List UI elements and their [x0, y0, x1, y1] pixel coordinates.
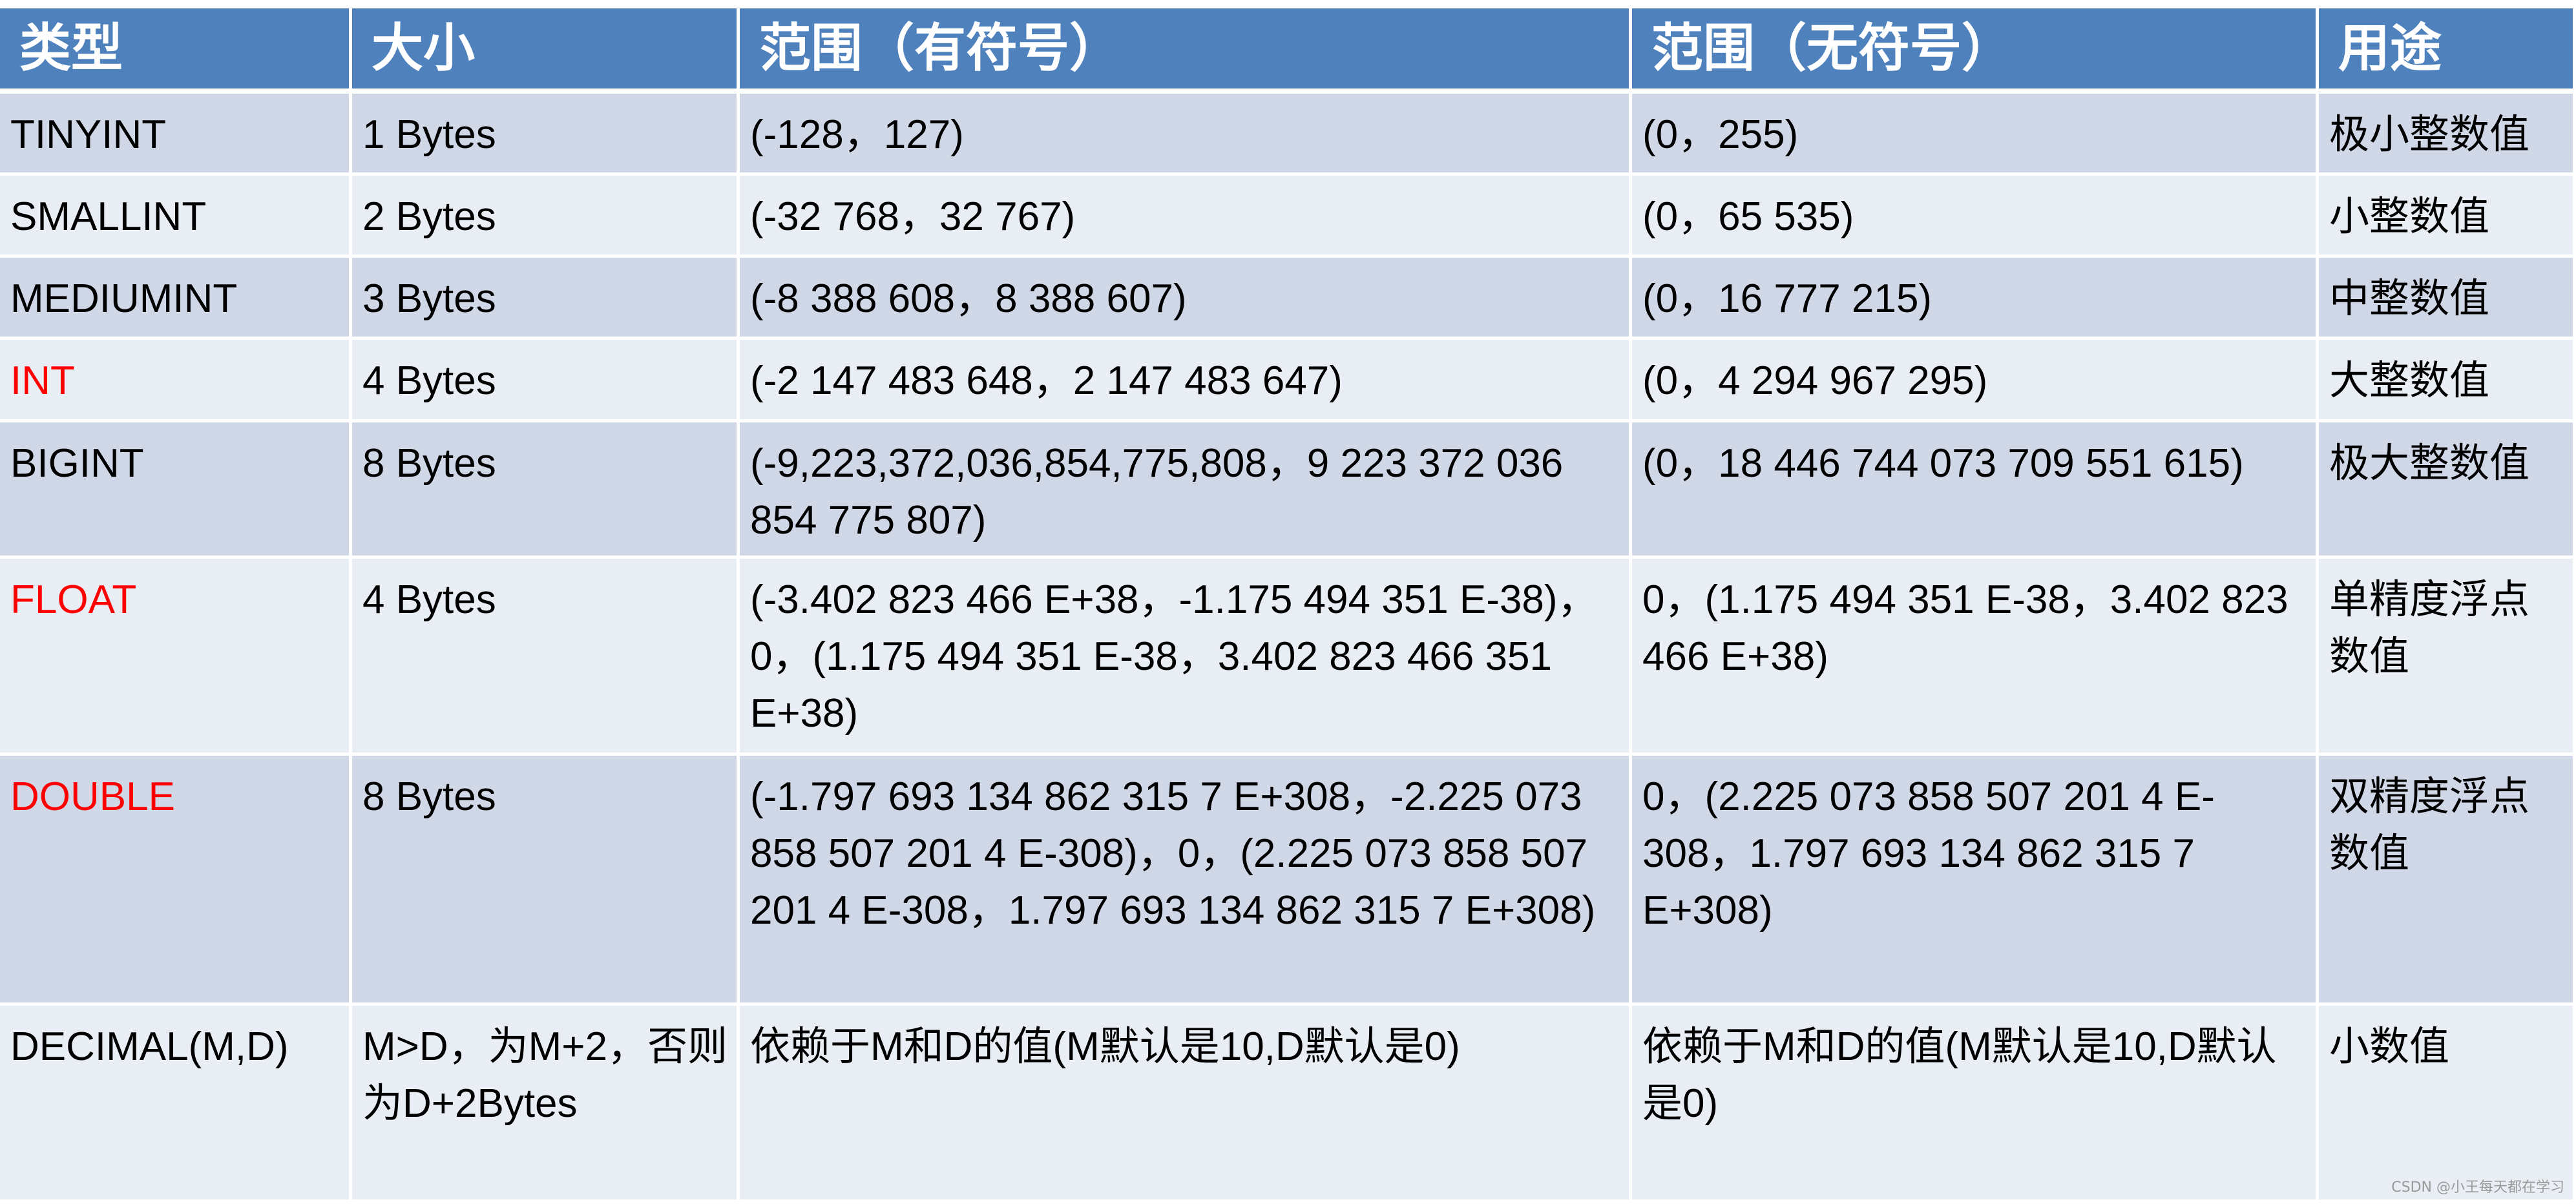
table-row: MEDIUMINT 3 Bytes (-8 388 608，8 388 607)… [0, 258, 2573, 337]
table-row: INT 4 Bytes (-2 147 483 648，2 147 483 64… [0, 340, 2573, 419]
cell-signed-range: 依赖于M和D的值(M默认是10,D默认是0) [740, 1006, 1629, 1199]
mysql-integer-types-table: 类型 大小 范围（有符号） 范围（无符号） 用途 TINYINT 1 Bytes… [0, 8, 2573, 1203]
cell-signed-range: (-3.402 823 466 E+38，-1.175 494 351 E-38… [740, 559, 1629, 752]
cell-usage: 小数值 [2319, 1006, 2573, 1199]
cell-signed-range: (-9,223,372,036,854,775,808，9 223 372 03… [740, 422, 1629, 555]
table-header-row: 类型 大小 范围（有符号） 范围（无符号） 用途 [0, 8, 2573, 88]
cell-type: SMALLINT [0, 176, 349, 254]
cell-size: 3 Bytes [352, 258, 737, 337]
cell-size: 8 Bytes [352, 422, 737, 555]
cell-usage: 单精度浮点数值 [2319, 559, 2573, 752]
cell-size: 4 Bytes [352, 340, 737, 419]
table-row: DECIMAL(M,D) M>D，为M+2，否则为D+2Bytes 依赖于M和D… [0, 1006, 2573, 1199]
header-usage: 用途 [2319, 8, 2573, 88]
watermark: CSDN @小王每天都在学习 [2391, 1179, 2564, 1196]
table-row: SMALLINT 2 Bytes (-32 768，32 767) (0，65 … [0, 176, 2573, 254]
header-unsigned-range: 范围（无符号） [1632, 8, 2316, 88]
table-row: FLOAT 4 Bytes (-3.402 823 466 E+38，-1.17… [0, 559, 2573, 752]
cell-signed-range: (-1.797 693 134 862 315 7 E+308，-2.225 0… [740, 756, 1629, 1002]
cell-size: 1 Bytes [352, 94, 737, 172]
cell-type: MEDIUMINT [0, 258, 349, 337]
cell-signed-range: (-2 147 483 648，2 147 483 647) [740, 340, 1629, 419]
cell-type: DECIMAL(M,D) [0, 1006, 349, 1199]
header-type: 类型 [0, 8, 349, 88]
cell-usage: 中整数值 [2319, 258, 2573, 337]
cell-usage: 小整数值 [2319, 176, 2573, 254]
cell-unsigned-range: (0，65 535) [1632, 176, 2316, 254]
cell-unsigned-range: (0，18 446 744 073 709 551 615) [1632, 422, 2316, 555]
cell-usage: 双精度浮点数值 [2319, 756, 2573, 1002]
cell-unsigned-range: 依赖于M和D的值(M默认是10,D默认是0) [1632, 1006, 2316, 1199]
table-row: DOUBLE 8 Bytes (-1.797 693 134 862 315 7… [0, 756, 2573, 1002]
cell-type: BIGINT [0, 422, 349, 555]
cell-type: INT [0, 340, 349, 419]
header-size: 大小 [352, 8, 737, 88]
cell-unsigned-range: (0，4 294 967 295) [1632, 340, 2316, 419]
cell-usage: 极大整数值 [2319, 422, 2573, 555]
cell-unsigned-range: 0，(1.175 494 351 E-38，3.402 823 466 E+38… [1632, 559, 2316, 752]
cell-size: M>D，为M+2，否则为D+2Bytes [352, 1006, 737, 1199]
cell-size: 8 Bytes [352, 756, 737, 1002]
table-row: BIGINT 8 Bytes (-9,223,372,036,854,775,8… [0, 422, 2573, 555]
header-signed-range: 范围（有符号） [740, 8, 1629, 88]
cell-size: 4 Bytes [352, 559, 737, 752]
cell-size: 2 Bytes [352, 176, 737, 254]
cell-signed-range: (-32 768，32 767) [740, 176, 1629, 254]
table-row: TINYINT 1 Bytes (-128，127) (0，255) 极小整数值 [0, 94, 2573, 172]
cell-signed-range: (-8 388 608，8 388 607) [740, 258, 1629, 337]
cell-usage: 极小整数值 [2319, 94, 2573, 172]
cell-type: DOUBLE [0, 756, 349, 1002]
cell-type: FLOAT [0, 559, 349, 752]
cell-unsigned-range: 0，(2.225 073 858 507 201 4 E-308，1.797 6… [1632, 756, 2316, 1002]
cell-unsigned-range: (0，16 777 215) [1632, 258, 2316, 337]
cell-usage: 大整数值 [2319, 340, 2573, 419]
cell-signed-range: (-128，127) [740, 94, 1629, 172]
cell-unsigned-range: (0，255) [1632, 94, 2316, 172]
cell-type: TINYINT [0, 94, 349, 172]
